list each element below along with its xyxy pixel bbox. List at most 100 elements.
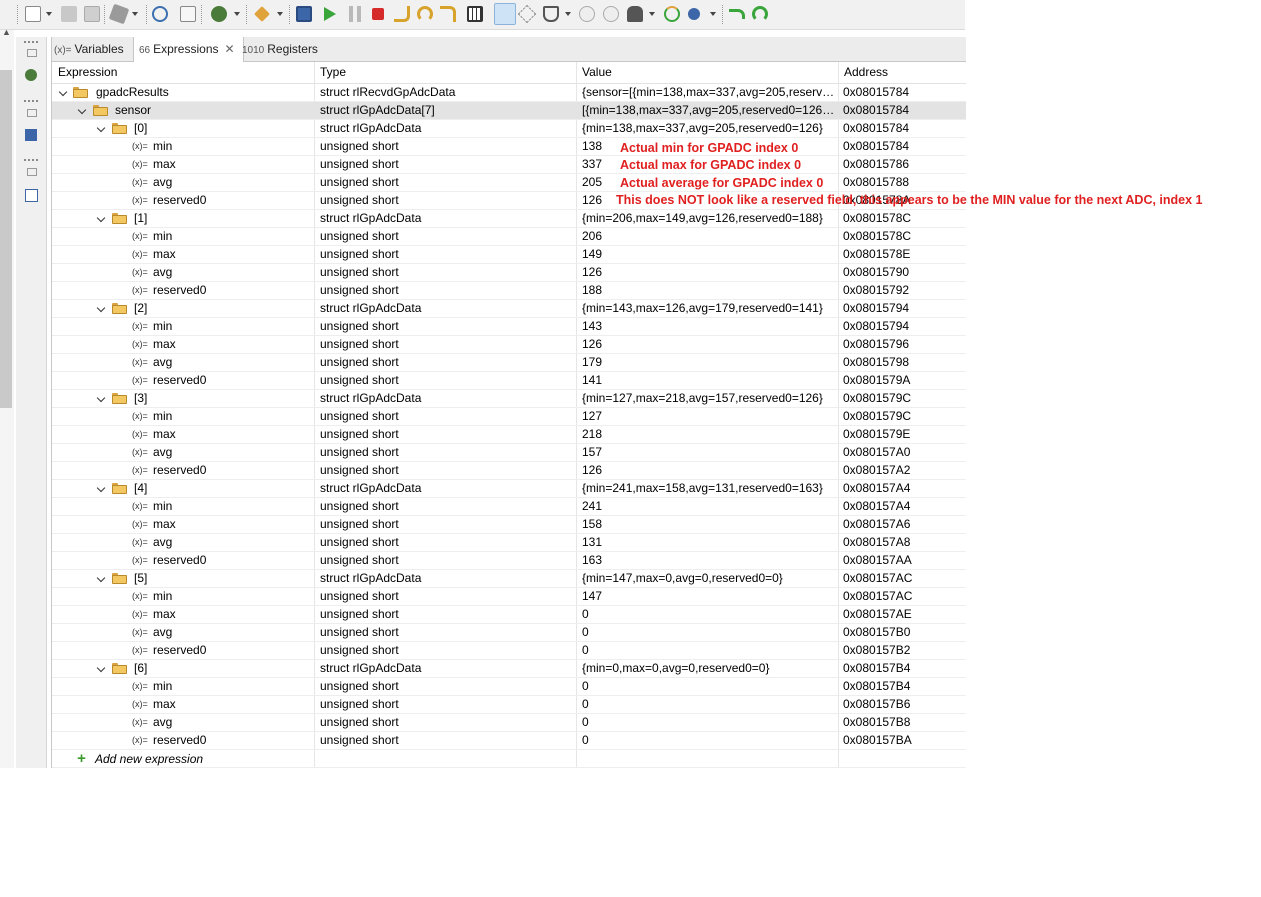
restart-icon[interactable] xyxy=(664,6,680,22)
console-view-icon[interactable] xyxy=(25,129,37,141)
value-cell[interactable]: 143 xyxy=(582,318,837,335)
terminate-icon[interactable] xyxy=(372,8,384,20)
table-row[interactable]: sensor struct rlGpAdcData[7] [{min=138,max… xyxy=(52,102,966,120)
value-cell[interactable]: 126 xyxy=(582,336,837,353)
table-row[interactable]: (x)= min unsigned short 147 0x080157AC xyxy=(52,588,966,606)
expand-chevron-icon[interactable] xyxy=(96,120,106,137)
value-cell[interactable]: 0 xyxy=(582,624,837,641)
value-cell[interactable]: 158 xyxy=(582,516,837,533)
debug-dropdown-icon[interactable] xyxy=(234,12,240,16)
search-icon[interactable] xyxy=(152,6,168,22)
restore-icon[interactable] xyxy=(27,49,37,57)
table-row[interactable]: (x)= avg unsigned short 0 0x080157B0 xyxy=(52,624,966,642)
disconnect-all-icon[interactable] xyxy=(603,6,619,22)
expand-chevron-icon[interactable] xyxy=(58,84,68,101)
value-cell[interactable]: 163 xyxy=(582,552,837,569)
step-over-icon[interactable] xyxy=(417,6,433,22)
value-cell[interactable]: {sensor=[{min=138,max=337,avg=205,reserv… xyxy=(582,84,837,101)
cloud-icon[interactable] xyxy=(627,6,643,22)
add-new-expression-label[interactable]: Add new expression xyxy=(95,750,203,768)
memory-grid-icon[interactable] xyxy=(467,6,483,22)
value-cell[interactable]: {min=241,max=158,avg=131,reserved0=163} xyxy=(582,480,837,497)
value-cell[interactable]: 131 xyxy=(582,534,837,551)
restore-icon[interactable] xyxy=(27,109,37,117)
load-program-icon[interactable] xyxy=(543,6,559,22)
table-row[interactable]: (x)= min unsigned short 206 0x0801578C xyxy=(52,228,966,246)
value-cell[interactable]: 149 xyxy=(582,246,837,263)
table-row[interactable]: [5] struct rlGpAdcData {min=147,max=0,avg=… xyxy=(52,570,966,588)
add-new-expression-row[interactable]: + Add new expression xyxy=(52,750,966,768)
resume-icon[interactable] xyxy=(324,7,336,21)
value-cell[interactable]: 157 xyxy=(582,444,837,461)
table-row[interactable]: [0] struct rlGpAdcData {min=138,max=337,av… xyxy=(52,120,966,138)
table-row[interactable]: (x)= max unsigned short 337 0x08015786 xyxy=(52,156,966,174)
table-row[interactable]: (x)= reserved0 unsigned short 188 0x08015792 xyxy=(52,282,966,300)
loop-dropdown-icon[interactable] xyxy=(710,12,716,16)
table-row[interactable]: (x)= min unsigned short 138 0x08015784 xyxy=(52,138,966,156)
table-row[interactable]: (x)= max unsigned short 0 0x080157AE xyxy=(52,606,966,624)
left-scrollbar-thumb[interactable] xyxy=(0,70,12,408)
expand-chevron-icon[interactable] xyxy=(96,210,106,227)
new-icon[interactable] xyxy=(25,6,41,22)
build-icon[interactable] xyxy=(108,3,130,25)
value-cell[interactable]: 141 xyxy=(582,372,837,389)
loop-icon[interactable] xyxy=(688,8,700,20)
table-row[interactable]: (x)= min unsigned short 127 0x0801579C xyxy=(52,408,966,426)
value-cell[interactable]: 126 xyxy=(582,264,837,281)
value-cell[interactable]: 179 xyxy=(582,354,837,371)
table-row[interactable]: (x)= avg unsigned short 0 0x080157B8 xyxy=(52,714,966,732)
table-row[interactable]: (x)= reserved0 unsigned short 0 0x080157BA xyxy=(52,732,966,750)
value-cell[interactable]: {min=147,max=0,avg=0,reserved0=0} xyxy=(582,570,837,587)
table-row[interactable]: (x)= reserved0 unsigned short 126 0x080157A2 xyxy=(52,462,966,480)
value-cell[interactable]: {min=143,max=126,avg=179,reserved0=141} xyxy=(582,300,837,317)
outline-view-icon[interactable] xyxy=(25,189,38,202)
tab-variables[interactable]: (x)= Variables xyxy=(54,37,124,61)
table-row[interactable]: (x)= max unsigned short 158 0x080157A6 xyxy=(52,516,966,534)
new-dropdown-icon[interactable] xyxy=(46,12,52,16)
debug-icon[interactable] xyxy=(211,6,227,22)
table-row[interactable]: (x)= min unsigned short 241 0x080157A4 xyxy=(52,498,966,516)
add-icon[interactable]: + xyxy=(75,751,88,766)
column-type[interactable]: Type xyxy=(320,62,346,83)
table-row[interactable]: (x)= max unsigned short 0 0x080157B6 xyxy=(52,696,966,714)
table-row[interactable]: [6] struct rlGpAdcData {min=0,max=0,avg=0,… xyxy=(52,660,966,678)
table-row[interactable]: (x)= min unsigned short 0 0x080157B4 xyxy=(52,678,966,696)
value-cell[interactable]: 126 xyxy=(582,462,837,479)
step-return-icon[interactable] xyxy=(440,6,456,22)
restore-icon[interactable] xyxy=(27,168,37,176)
expand-chevron-icon[interactable] xyxy=(96,390,106,407)
table-row[interactable]: (x)= max unsigned short 218 0x0801579E xyxy=(52,426,966,444)
target-icon[interactable] xyxy=(296,6,312,22)
value-cell[interactable]: 206 xyxy=(582,228,837,245)
expand-chevron-icon[interactable] xyxy=(96,570,106,587)
expand-chevron-icon[interactable] xyxy=(96,660,106,677)
build-dropdown-icon[interactable] xyxy=(132,12,138,16)
value-cell[interactable]: {min=127,max=218,avg=157,reserved0=126} xyxy=(582,390,837,407)
table-row[interactable]: (x)= avg unsigned short 157 0x080157A0 xyxy=(52,444,966,462)
value-cell[interactable]: {min=0,max=0,avg=0,reserved0=0} xyxy=(582,660,837,677)
load-program-dropdown-icon[interactable] xyxy=(565,12,571,16)
value-cell[interactable]: 0 xyxy=(582,732,837,749)
value-cell[interactable]: 0 xyxy=(582,696,837,713)
table-row[interactable]: (x)= avg unsigned short 131 0x080157A8 xyxy=(52,534,966,552)
step-into-icon[interactable] xyxy=(394,6,410,22)
table-row[interactable]: [2] struct rlGpAdcData {min=143,max=126,av… xyxy=(52,300,966,318)
table-row[interactable]: [4] struct rlGpAdcData {min=241,max=158,av… xyxy=(52,480,966,498)
cloud-dropdown-icon[interactable] xyxy=(649,12,655,16)
table-row[interactable]: (x)= reserved0 unsigned short 0 0x080157B2 xyxy=(52,642,966,660)
scroll-up-icon[interactable]: ▲ xyxy=(2,27,11,37)
step-forward-icon[interactable] xyxy=(752,6,768,22)
table-row[interactable]: (x)= min unsigned short 143 0x08015794 xyxy=(52,318,966,336)
table-row[interactable]: (x)= avg unsigned short 126 0x08015790 xyxy=(52,264,966,282)
table-row[interactable]: (x)= reserved0 unsigned short 163 0x080157AA xyxy=(52,552,966,570)
value-cell[interactable]: {min=206,max=149,avg=126,reserved0=188} xyxy=(582,210,837,227)
table-row[interactable]: (x)= max unsigned short 126 0x08015796 xyxy=(52,336,966,354)
expand-chevron-icon[interactable] xyxy=(96,480,106,497)
table-row[interactable]: (x)= avg unsigned short 179 0x08015798 xyxy=(52,354,966,372)
column-value[interactable]: Value xyxy=(582,62,612,83)
value-cell[interactable]: 147 xyxy=(582,588,837,605)
value-cell[interactable]: {min=138,max=337,avg=205,reserved0=126} xyxy=(582,120,837,137)
suspend-icon[interactable] xyxy=(349,6,361,22)
save-all-icon[interactable] xyxy=(84,6,100,22)
value-cell[interactable]: [{min=138,max=337,avg=205,reserved0=126}… xyxy=(582,102,837,119)
